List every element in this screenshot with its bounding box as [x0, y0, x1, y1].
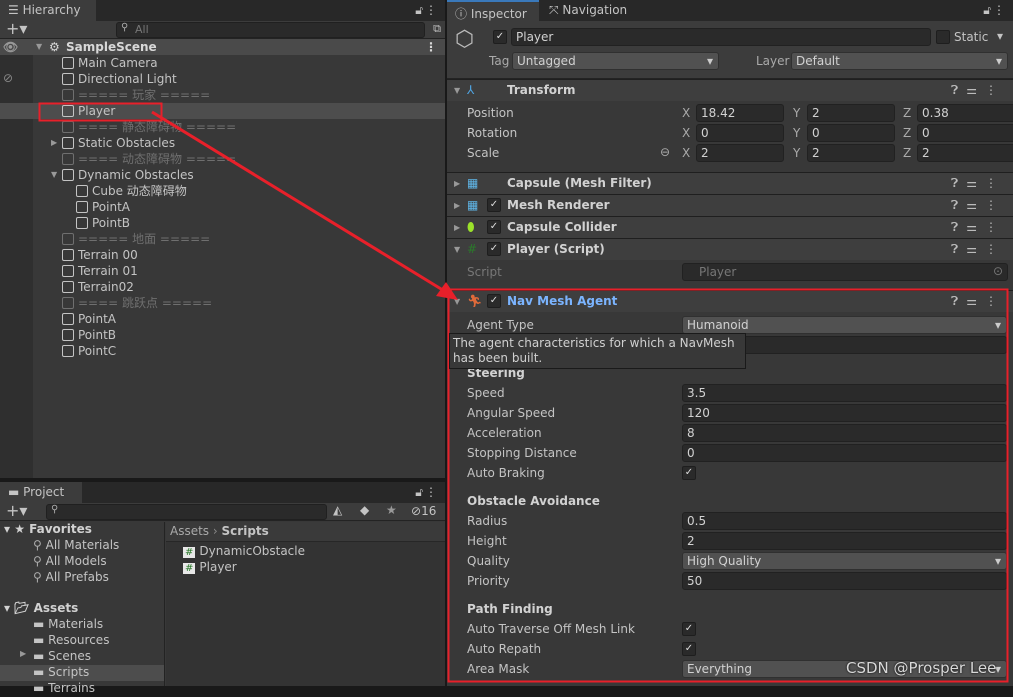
player-highlight-box — [38, 102, 163, 122]
watermark: CSDN @Prosper Lee — [846, 659, 997, 677]
annotation-arrow — [151, 110, 447, 294]
arrow-head — [436, 282, 458, 300]
tooltip: The agent characteristics for which a Na… — [449, 333, 746, 369]
